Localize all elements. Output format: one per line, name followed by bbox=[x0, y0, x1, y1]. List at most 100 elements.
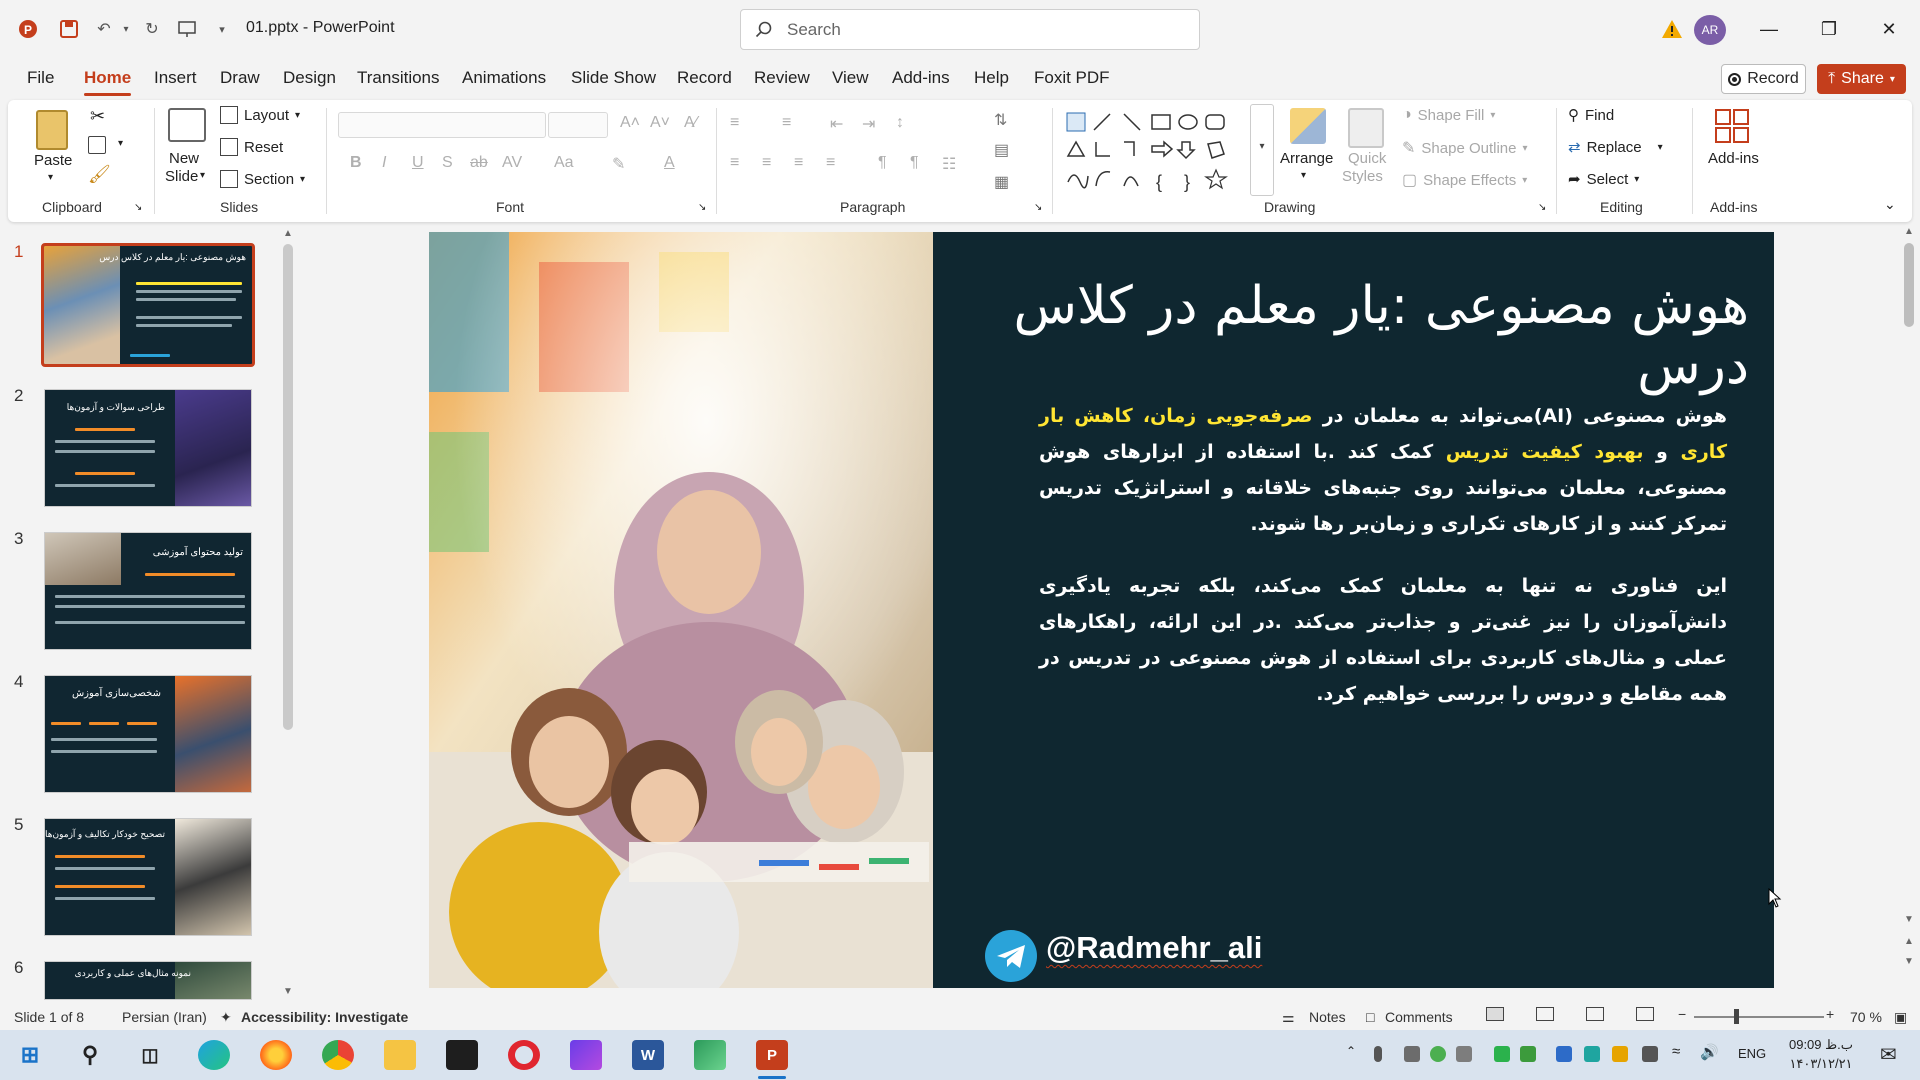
scroll-down-icon[interactable]: ▼ bbox=[1904, 914, 1914, 925]
terminal-icon[interactable] bbox=[446, 1040, 478, 1070]
fit-slide-icon[interactable]: ▣ bbox=[1894, 1009, 1907, 1026]
add-ins-button[interactable]: Add-ins bbox=[1708, 150, 1759, 167]
rtl-icon[interactable]: ¶ bbox=[910, 154, 919, 172]
firefox-icon[interactable] bbox=[260, 1040, 292, 1070]
slide-canvas[interactable]: هوش مصنوعی :یار معلم در کلاس درس هوش مصن… bbox=[429, 232, 1774, 988]
tab-help[interactable]: Help bbox=[974, 68, 1009, 88]
decrease-font-size-icon[interactable]: A˅ bbox=[650, 114, 670, 132]
format-painter-icon[interactable]: 🖌 bbox=[88, 164, 111, 185]
clipboard-launcher-icon[interactable]: ↘ bbox=[134, 202, 142, 213]
clear-formatting-icon[interactable]: A∕ bbox=[684, 114, 697, 132]
slide-title[interactable]: هوش مصنوعی :یار معلم در کلاس درس bbox=[969, 276, 1749, 396]
bold-icon[interactable]: B bbox=[350, 154, 362, 172]
volume-icon[interactable]: 🔊 bbox=[1700, 1043, 1719, 1061]
add-ins-icon[interactable] bbox=[1714, 108, 1750, 144]
customize-quick-access-icon[interactable]: ▾ bbox=[210, 17, 234, 41]
reading-view-icon[interactable] bbox=[1586, 1007, 1604, 1024]
new-slide-icon[interactable] bbox=[168, 108, 206, 142]
visual-studio-icon[interactable] bbox=[570, 1040, 602, 1070]
slide-paragraph-1[interactable]: هوش مصنوعی (AI)می‌تواند به معلمان در صرف… bbox=[1039, 398, 1727, 542]
zoom-slider-thumb[interactable] bbox=[1734, 1009, 1739, 1024]
author-handle[interactable]: @Radmehr_ali bbox=[1046, 930, 1262, 966]
tray-app-icon[interactable] bbox=[1430, 1046, 1446, 1062]
quick-styles-icon[interactable] bbox=[1348, 108, 1384, 148]
tray-overflow-icon[interactable]: ⌃ bbox=[1346, 1044, 1356, 1058]
slide-thumbnail-5[interactable]: تصحیح خودکار تکالیف و آزمون‌ها bbox=[44, 818, 252, 936]
underline-icon[interactable]: U bbox=[412, 154, 424, 172]
change-case-icon[interactable]: Aa bbox=[554, 154, 574, 172]
numbering-icon[interactable]: ≡ bbox=[782, 114, 791, 132]
decrease-indent-icon[interactable]: ⇤ bbox=[830, 114, 843, 134]
undo-icon[interactable]: ↶ bbox=[92, 17, 116, 41]
slide-scrollbar[interactable] bbox=[1904, 243, 1914, 327]
zoom-level[interactable]: 70 % bbox=[1850, 1009, 1882, 1025]
select-button[interactable]: ➦ Select ▾ bbox=[1568, 170, 1639, 189]
ltr-icon[interactable]: ¶ bbox=[878, 154, 887, 172]
notes-button[interactable]: Notes bbox=[1309, 1009, 1346, 1025]
layout-button[interactable]: Layout ▾ bbox=[220, 106, 300, 124]
highlight-icon[interactable]: ✎ bbox=[612, 154, 625, 174]
tray-app-icon[interactable] bbox=[1456, 1046, 1472, 1062]
edge-browser-icon[interactable] bbox=[198, 1040, 230, 1070]
classroom-photo[interactable] bbox=[429, 232, 933, 988]
scroll-down-icon[interactable]: ▼ bbox=[283, 986, 293, 997]
previous-slide-icon[interactable]: ▲ bbox=[1904, 936, 1914, 947]
replace-button[interactable]: ⇄ Replace ▾ bbox=[1568, 138, 1663, 157]
file-explorer-icon[interactable] bbox=[384, 1040, 416, 1070]
thumbnails-scrollbar[interactable] bbox=[283, 244, 293, 730]
notifications-icon[interactable]: ✉ bbox=[1880, 1042, 1897, 1067]
find-button[interactable]: ⚲ Find bbox=[1568, 106, 1614, 125]
powerpoint-taskbar-icon[interactable]: P bbox=[756, 1040, 788, 1070]
present-from-beginning-icon[interactable] bbox=[175, 17, 199, 41]
accessibility-status[interactable]: Accessibility: Investigate bbox=[241, 1009, 408, 1025]
undo-dropdown-icon[interactable]: ▾ bbox=[114, 17, 138, 41]
chrome-icon[interactable] bbox=[322, 1040, 354, 1070]
tray-app-icon[interactable] bbox=[1612, 1046, 1628, 1062]
italic-icon[interactable]: I bbox=[382, 154, 386, 172]
record-button[interactable]: Record bbox=[1721, 64, 1806, 94]
restore-icon[interactable]: ❐ bbox=[1814, 14, 1844, 44]
clock[interactable]: 09:09 ب.ظ ۱۴۰۳/۱۲/۲۱ bbox=[1766, 1035, 1876, 1073]
next-slide-icon[interactable]: ▼ bbox=[1904, 956, 1914, 967]
scroll-up-icon[interactable]: ▲ bbox=[1904, 226, 1914, 237]
align-left-icon[interactable]: ≡ bbox=[730, 154, 739, 172]
language-indicator[interactable]: Persian (Iran) bbox=[122, 1009, 207, 1025]
task-view-icon[interactable]: ◫ bbox=[134, 1040, 166, 1070]
comments-button[interactable]: Comments bbox=[1385, 1009, 1453, 1025]
arrange-button[interactable]: Arrange bbox=[1280, 150, 1333, 167]
normal-view-icon[interactable] bbox=[1486, 1007, 1504, 1024]
slide-thumbnail-2[interactable]: طراحی سوالات و آزمون‌ها bbox=[44, 389, 252, 507]
quick-styles-button-line2[interactable]: Styles bbox=[1342, 168, 1383, 185]
slide-thumbnail-6[interactable]: نمونه مثال‌های عملی و کاربردی bbox=[44, 961, 252, 1000]
paste-button[interactable]: Paste bbox=[34, 152, 72, 169]
slide-show-icon[interactable] bbox=[1636, 1007, 1654, 1024]
tab-animations[interactable]: Animations bbox=[462, 68, 546, 88]
tab-review[interactable]: Review bbox=[754, 68, 810, 88]
tab-draw[interactable]: Draw bbox=[220, 68, 260, 88]
tray-app-icon[interactable] bbox=[1404, 1046, 1420, 1062]
arrange-icon[interactable] bbox=[1290, 108, 1326, 144]
character-spacing-icon[interactable]: AV bbox=[502, 154, 522, 172]
font-size-select[interactable] bbox=[548, 112, 608, 138]
tab-home[interactable]: Home bbox=[84, 68, 132, 96]
save-icon[interactable] bbox=[57, 17, 81, 41]
shape-fill-button[interactable]: ◑ Shape Fill ▾ bbox=[1402, 106, 1495, 124]
input-language[interactable]: ENG bbox=[1738, 1046, 1766, 1061]
warning-icon[interactable] bbox=[1660, 17, 1684, 41]
smartart-icon[interactable]: ▦ bbox=[994, 172, 1009, 192]
drawing-launcher-icon[interactable]: ↘ bbox=[1538, 202, 1546, 213]
tab-view[interactable]: View bbox=[832, 68, 869, 88]
increase-indent-icon[interactable]: ⇥ bbox=[862, 114, 875, 134]
align-right-icon[interactable]: ≡ bbox=[794, 154, 803, 172]
align-text-icon[interactable]: ▤ bbox=[994, 140, 1009, 160]
new-slide-dropdown-icon[interactable]: ▾ bbox=[200, 170, 205, 181]
new-slide-button-line2[interactable]: Slide bbox=[165, 168, 198, 185]
increase-font-size-icon[interactable]: A˄ bbox=[620, 114, 640, 132]
bullets-icon[interactable]: ≡ bbox=[730, 114, 739, 132]
new-slide-button-line1[interactable]: New bbox=[169, 150, 199, 167]
slide-counter[interactable]: Slide 1 of 8 bbox=[14, 1009, 84, 1025]
tray-app-icon[interactable] bbox=[1556, 1046, 1572, 1062]
collapse-ribbon-icon[interactable]: ⌄ bbox=[1884, 196, 1896, 213]
paragraph-launcher-icon[interactable]: ↘ bbox=[1034, 202, 1042, 213]
tab-slide-show[interactable]: Slide Show bbox=[571, 68, 656, 88]
